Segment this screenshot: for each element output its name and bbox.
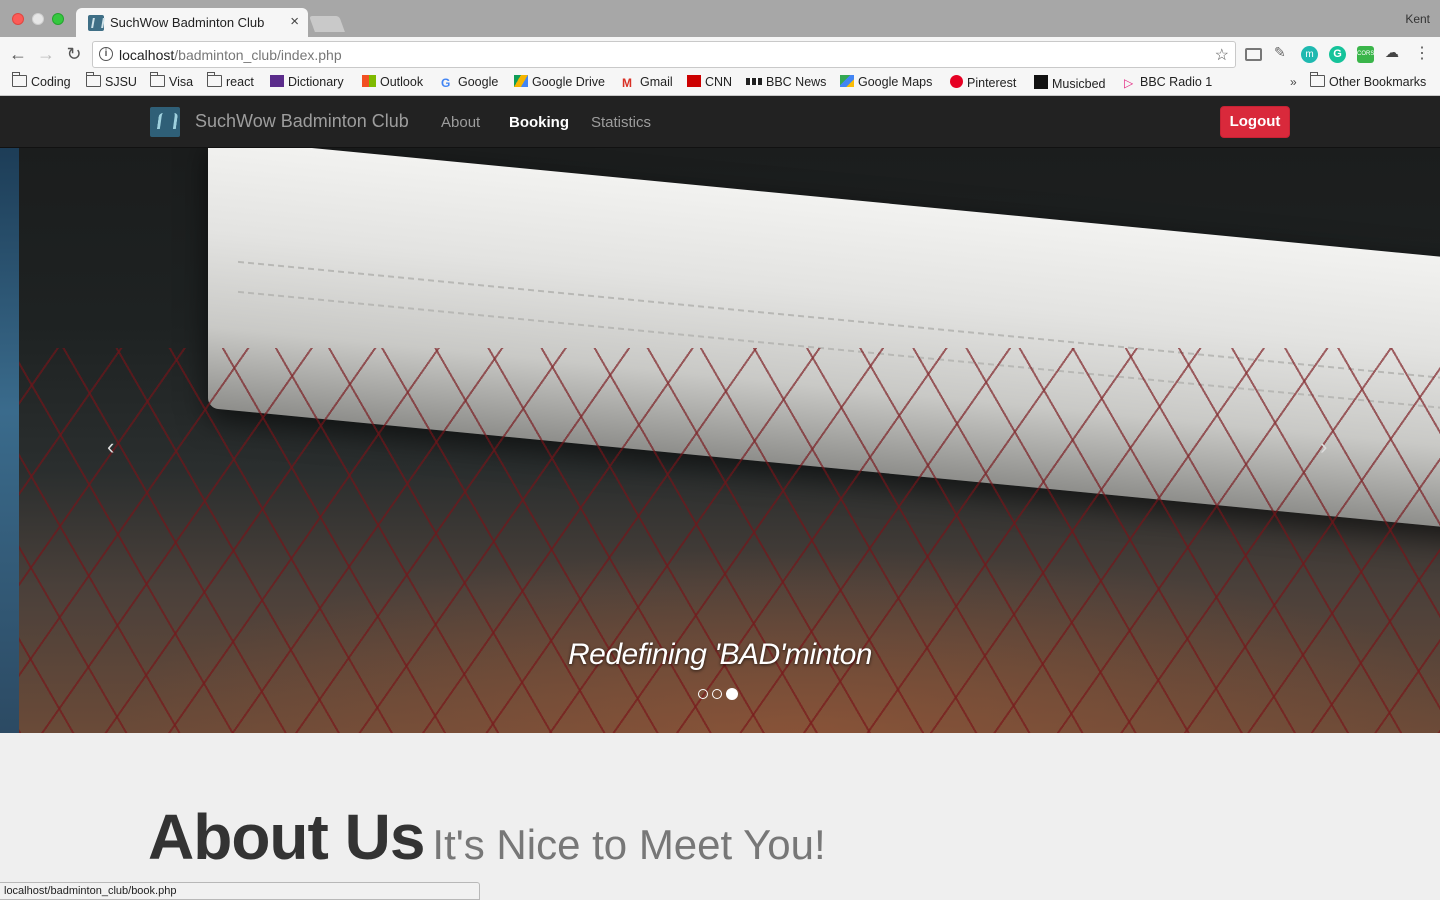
close-window-button[interactable] — [12, 13, 24, 25]
folder-icon — [207, 72, 222, 87]
site-navbar: SuchWow Badminton Club About Booking Sta… — [0, 96, 1440, 148]
bookmark-pinterest[interactable]: Pinterest — [950, 75, 1016, 90]
bookmark-gmail[interactable]: M Gmail — [622, 75, 673, 90]
ghostery-icon[interactable]: ☁ — [1385, 44, 1402, 61]
carousel-prev-icon[interactable]: ‹ — [107, 434, 114, 460]
carousel-caption: Redefining 'BAD'minton — [568, 638, 872, 671]
nav-statistics[interactable]: Statistics — [591, 114, 651, 131]
forward-arrow-icon[interactable]: → — [36, 44, 56, 65]
bookmark-outlook[interactable]: Outlook — [362, 75, 423, 89]
maximize-window-button[interactable] — [52, 13, 64, 25]
bbc-icon — [746, 78, 762, 85]
browser-toolbar: ← → ↻ i localhost/badminton_club/index.p… — [0, 37, 1440, 72]
logout-button[interactable]: Logout — [1220, 106, 1290, 138]
browser-tab[interactable]: SuchWow Badminton Club × — [76, 8, 308, 37]
bookmark-cnn[interactable]: CNN — [687, 75, 732, 89]
address-bar[interactable]: i localhost/badminton_club/index.php ☆ — [92, 41, 1236, 68]
bookmark-musicbed[interactable]: Musicbed — [1034, 75, 1106, 91]
about-title: About Us — [148, 801, 425, 873]
folder-icon — [86, 72, 101, 87]
link-status-bar: localhost/badminton_club/book.php — [0, 882, 480, 900]
grammarly-icon[interactable]: G — [1329, 46, 1346, 63]
info-icon[interactable]: i — [99, 47, 113, 61]
minimize-window-button[interactable] — [32, 13, 44, 25]
folder-icon — [150, 72, 165, 87]
cast-icon[interactable] — [1245, 48, 1262, 61]
tab-close-icon[interactable]: × — [290, 13, 299, 30]
address-url[interactable]: localhost/badminton_club/index.php — [119, 47, 342, 63]
google-maps-icon — [840, 75, 854, 87]
brand-title[interactable]: SuchWow Badminton Club — [195, 111, 409, 132]
bookmark-star-icon[interactable]: ☆ — [1215, 45, 1229, 65]
about-subtitle: It's Nice to Meet You! — [432, 821, 826, 868]
nav-about[interactable]: About — [441, 114, 480, 131]
badminton-favicon-icon — [88, 15, 104, 31]
carousel-next-icon[interactable]: › — [1320, 434, 1327, 460]
bookmark-coding[interactable]: Coding — [12, 72, 71, 89]
browser-titlebar: SuchWow Badminton Club × Kent — [0, 0, 1440, 37]
carousel-indicator-1[interactable] — [698, 688, 708, 699]
cors-extension-icon[interactable]: CORS — [1357, 46, 1374, 63]
bookmark-google-maps[interactable]: Google Maps — [840, 75, 932, 89]
new-tab-button[interactable] — [309, 16, 345, 32]
about-heading: About Us It's Nice to Meet You! — [148, 800, 826, 874]
bookmark-bbc-news[interactable]: BBC News — [746, 75, 826, 89]
nav-booking[interactable]: Booking — [509, 114, 569, 131]
browser-menu-icon[interactable]: ⋮ — [1414, 43, 1430, 62]
bookmarks-bar: Coding SJSU Visa react Dictionary Outloo… — [0, 72, 1440, 96]
color-picker-icon[interactable]: ✎ — [1274, 44, 1291, 61]
bookmark-google-drive[interactable]: Google Drive — [514, 75, 605, 89]
bbc-radio-icon: ▷ — [1124, 76, 1134, 90]
bookmark-google[interactable]: G Google — [441, 75, 498, 90]
yahoo-icon — [270, 75, 284, 87]
bookmark-dictionary[interactable]: Dictionary — [270, 75, 344, 89]
musicbed-icon — [1034, 75, 1048, 89]
back-arrow-icon[interactable]: ← — [8, 44, 28, 65]
cnn-icon — [687, 75, 701, 87]
google-drive-icon — [514, 75, 528, 87]
bookmark-sjsu[interactable]: SJSU — [86, 72, 137, 89]
folder-icon — [1310, 72, 1325, 87]
pinterest-icon — [950, 75, 963, 88]
bookmark-bbc-radio-1[interactable]: ▷ BBC Radio 1 — [1124, 75, 1212, 90]
hero-carousel: ‹ › Redefining 'BAD'minton — [0, 148, 1440, 733]
more-bookmarks-chevron-icon[interactable]: » — [1290, 75, 1297, 89]
google-icon: G — [441, 76, 451, 90]
gmail-icon: M — [622, 76, 632, 90]
bookmark-visa[interactable]: Visa — [150, 72, 193, 89]
bookmark-other[interactable]: Other Bookmarks — [1310, 72, 1426, 89]
microsoft-icon — [362, 75, 376, 87]
carousel-indicator-3[interactable] — [726, 687, 738, 700]
carousel-indicator-2[interactable] — [712, 688, 722, 699]
badminton-logo-icon[interactable] — [150, 107, 180, 137]
extension-m-icon[interactable]: m — [1301, 46, 1318, 63]
folder-icon — [12, 72, 27, 87]
tab-title: SuchWow Badminton Club — [110, 15, 265, 30]
carousel-indicators — [698, 685, 742, 700]
bookmark-react[interactable]: react — [207, 72, 254, 89]
reload-icon[interactable]: ↻ — [64, 44, 84, 65]
net-mesh-image — [19, 348, 1440, 733]
profile-name[interactable]: Kent — [1405, 12, 1430, 26]
